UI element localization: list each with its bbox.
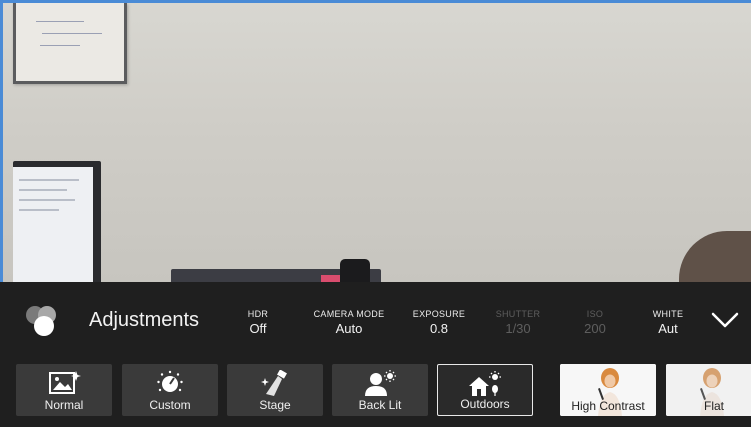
preset-back-lit[interactable]: Back Lit (332, 364, 428, 416)
setting-camera-mode[interactable]: CAMERA MODE Auto (306, 309, 392, 336)
preset-custom[interactable]: Custom (122, 364, 218, 416)
person-sun-icon (332, 370, 428, 396)
collapse-chevron-down-icon[interactable] (709, 304, 741, 336)
panel-title: Adjustments (89, 309, 200, 331)
preset-normal[interactable]: Normal (16, 364, 112, 416)
preset-flat[interactable]: Flat (666, 364, 751, 416)
whiteboard (13, 3, 127, 84)
preset-strip: Normal Custom Stage Back Lit Outdoors Hi… (0, 362, 751, 418)
setting-shutter: SHUTTER 1/30 (495, 309, 541, 336)
monitor (13, 161, 101, 282)
preset-stage[interactable]: Stage (227, 364, 323, 416)
spotlight-icon (227, 369, 323, 396)
preset-outdoors[interactable]: Outdoors (437, 364, 533, 416)
setting-exposure[interactable]: EXPOSURE 0.8 (396, 309, 482, 336)
preset-high-contrast[interactable]: High Contrast (560, 364, 656, 416)
setting-hdr[interactable]: HDR Off (215, 309, 301, 336)
adjustments-panel: Adjustments HDR Off CAMERA MODE Auto EXP… (0, 282, 751, 427)
camera-stand (340, 259, 370, 282)
app-logo-icon (26, 306, 60, 336)
plant-pot (679, 231, 751, 282)
setting-iso: ISO 200 (584, 309, 606, 336)
camera-preview (0, 0, 751, 282)
dial-icon (122, 370, 218, 396)
house-sun-icon (438, 371, 532, 397)
adjustments-bar: Adjustments HDR Off CAMERA MODE Auto EXP… (0, 282, 751, 352)
image-sparkle-icon (16, 370, 112, 396)
